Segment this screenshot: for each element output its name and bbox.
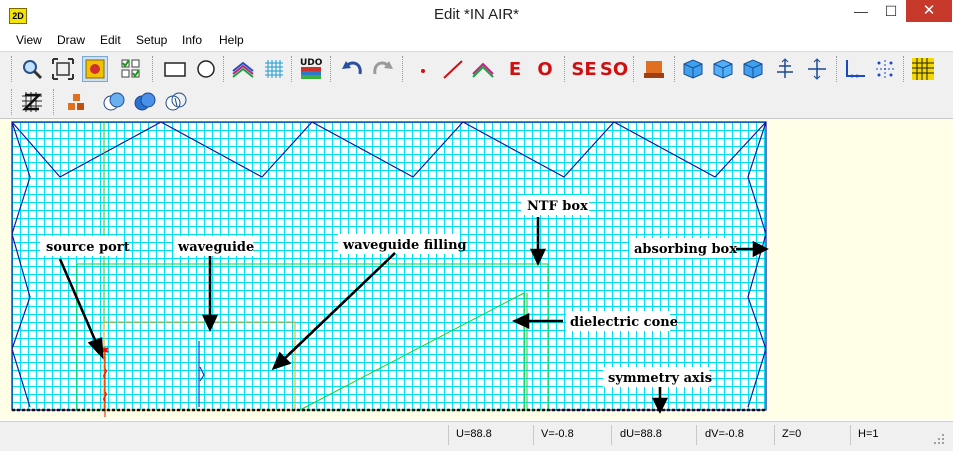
mesh-grid-icon[interactable] [910,56,936,82]
close-button[interactable]: ✕ [906,0,952,22]
grid-z-icon[interactable] [19,89,45,115]
edge-tool-button[interactable]: E [502,56,528,82]
label-waveguide: waveguide [177,240,254,255]
udo-label: UDO [300,58,323,68]
blocks-icon[interactable] [63,89,89,115]
scatter-points-icon[interactable] [872,56,898,82]
line-icon[interactable] [440,56,466,82]
circle-icon[interactable] [193,56,219,82]
toolbar-separator [223,56,226,82]
cube-y-icon[interactable] [710,56,736,82]
rectangle-icon[interactable] [162,56,188,82]
toolbar-separator [674,56,677,82]
menu-draw[interactable]: Draw [57,33,85,47]
menu-view[interactable]: View [16,33,42,47]
flip-vertical-icon[interactable] [804,56,830,82]
menu-edit[interactable]: Edit [100,33,121,47]
status-v: V=-0.8 [541,428,574,440]
layers-icon[interactable] [230,56,256,82]
status-divider [774,425,775,445]
toolbar-grip [11,89,14,115]
circles-intersect-icon[interactable] [132,89,158,115]
menu-help[interactable]: Help [219,33,244,47]
redo-icon[interactable] [370,56,396,82]
drawing-canvas[interactable]: source port waveguide waveguide filling … [0,119,953,420]
udo-book-icon[interactable]: UDO [298,56,324,82]
status-divider [448,425,449,445]
resize-grip-icon[interactable] [932,432,946,446]
toolbar-separator [53,89,56,115]
label-source-port: source port [46,240,130,255]
secondary-toolbar [0,86,953,119]
label-waveguide-filling: waveguide filling [342,238,467,253]
point-icon[interactable] [410,56,436,82]
status-z: Z=0 [782,428,802,440]
main-toolbar: UDO E O SE SO [0,51,953,87]
toolbar-separator [836,56,839,82]
fit-view-icon[interactable] [50,56,76,82]
grid-icon[interactable] [261,56,287,82]
menu-bar: View Draw Edit Setup Info Help [0,31,953,51]
toolbar-grip [11,56,14,82]
circles-subtract-icon[interactable] [163,89,189,115]
status-dv: dV=-0.8 [705,428,744,440]
axes-icon[interactable] [842,56,868,82]
source-other-button[interactable]: SO [600,56,628,82]
status-h: H=1 [858,428,879,440]
maximize-button[interactable]: ☐ [876,0,906,22]
window-title: Edit *IN AIR* [433,6,520,23]
status-divider [533,425,534,445]
cube-x-icon[interactable] [680,56,706,82]
circles-union-icon[interactable] [101,89,127,115]
status-divider [850,425,851,445]
toolbar-separator [152,56,155,82]
toolbar-separator [564,56,567,82]
toolbar-separator [633,56,636,82]
zoom-icon[interactable] [19,56,45,82]
toolbar-separator [291,56,294,82]
status-divider [696,425,697,445]
status-bar: U=88.8 V=-0.8 dU=88.8 dV=-0.8 Z=0 H=1 [0,421,953,451]
toolbar-separator [330,56,333,82]
toolbar-separator [402,56,405,82]
flip-horizontal-icon[interactable] [772,56,798,82]
view-mode-icon[interactable] [82,56,108,82]
minimize-button[interactable]: — [846,0,876,22]
label-dielectric-cone: dielectric cone [570,315,678,330]
label-absorbing-box: absorbing box [634,242,737,257]
status-du: dU=88.8 [620,428,662,440]
canvas-svg[interactable]: source port waveguide waveguide filling … [0,119,953,420]
menu-setup[interactable]: Setup [136,33,167,47]
toolbar-separator [903,56,906,82]
undo-icon[interactable] [339,56,365,82]
checklist-icon[interactable] [118,56,144,82]
status-u: U=88.8 [456,428,492,440]
material-icon[interactable] [641,56,667,82]
menu-info[interactable]: Info [182,33,202,47]
layer-stack-icon[interactable] [470,56,496,82]
cube-z-icon[interactable] [740,56,766,82]
title-bar: 2D Edit *IN AIR* — ☐ ✕ [0,0,953,31]
source-edge-button[interactable]: SE [570,56,598,82]
label-symmetry-axis: symmetry axis [608,371,712,386]
status-divider [611,425,612,445]
other-tool-button[interactable]: O [532,56,558,82]
label-ntf-box: NTF box [527,199,588,214]
mesh-grid [11,121,767,411]
